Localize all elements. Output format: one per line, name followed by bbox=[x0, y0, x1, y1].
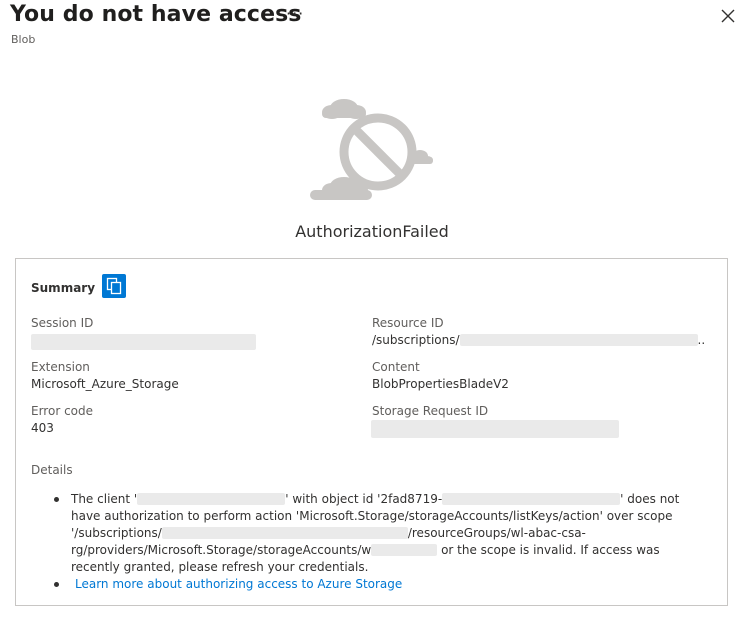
resource-id-value: /subscriptions/.. bbox=[372, 333, 705, 347]
storage-request-id-value-redacted bbox=[371, 420, 619, 438]
resource-id-field: Resource ID /subscriptions/.. bbox=[372, 316, 705, 347]
summary-panel: Summary Session ID Resource ID /subscrip… bbox=[15, 258, 728, 606]
resource-id-suffix: .. bbox=[697, 333, 706, 347]
extension-field: Extension Microsoft_Azure_Storage bbox=[31, 360, 179, 391]
summary-label: Summary bbox=[31, 281, 96, 295]
resource-id-label: Resource ID bbox=[372, 316, 444, 330]
close-icon[interactable] bbox=[718, 6, 738, 26]
details-label: Details bbox=[31, 463, 73, 477]
no-access-icon bbox=[306, 90, 436, 206]
subscription-id-redacted bbox=[161, 527, 408, 539]
cloud-icon bbox=[322, 99, 366, 119]
session-id-label: Session ID bbox=[31, 316, 94, 330]
blade: You do not have access ··· Blob Authoriz… bbox=[0, 0, 744, 624]
bullet bbox=[54, 582, 59, 587]
storage-request-id-field: Storage Request ID bbox=[372, 404, 488, 418]
resource-id-prefix: /subscriptions/ bbox=[372, 333, 460, 347]
error-code-label: Error code bbox=[31, 404, 94, 418]
resource-id-redacted bbox=[459, 334, 698, 346]
content-label: Content bbox=[372, 360, 420, 374]
content-field: Content BlobPropertiesBladeV2 bbox=[372, 360, 509, 391]
storage-request-id-label: Storage Request ID bbox=[372, 404, 489, 418]
storage-account-redacted bbox=[371, 544, 438, 556]
page-subtitle: Blob bbox=[11, 33, 36, 46]
details-message: The client ' ' with object id '2fad8719- '… bbox=[71, 492, 680, 574]
details-link-item: Learn more about authorizing access to A… bbox=[71, 576, 703, 593]
error-title: AuthorizationFailed bbox=[295, 222, 449, 241]
copy-button[interactable] bbox=[102, 274, 126, 298]
session-id-field: Session ID bbox=[31, 316, 93, 330]
details-list: The client ' ' with object id '2fad8719- '… bbox=[71, 491, 703, 593]
learn-more-link[interactable]: Learn more about authorizing access to A… bbox=[75, 577, 402, 591]
content-value: BlobPropertiesBladeV2 bbox=[372, 377, 509, 391]
session-id-value-redacted bbox=[31, 334, 256, 350]
copy-icon bbox=[106, 277, 122, 295]
more-icon[interactable]: ··· bbox=[286, 4, 304, 23]
client-id-redacted bbox=[137, 493, 286, 505]
extension-label: Extension bbox=[31, 360, 90, 374]
extension-value: Microsoft_Azure_Storage bbox=[31, 377, 179, 391]
page-title: You do not have access bbox=[10, 2, 302, 27]
object-id-redacted bbox=[442, 493, 621, 505]
error-code-field: Error code 403 bbox=[31, 404, 93, 435]
error-code-value: 403 bbox=[31, 421, 54, 435]
bullet bbox=[54, 497, 59, 502]
